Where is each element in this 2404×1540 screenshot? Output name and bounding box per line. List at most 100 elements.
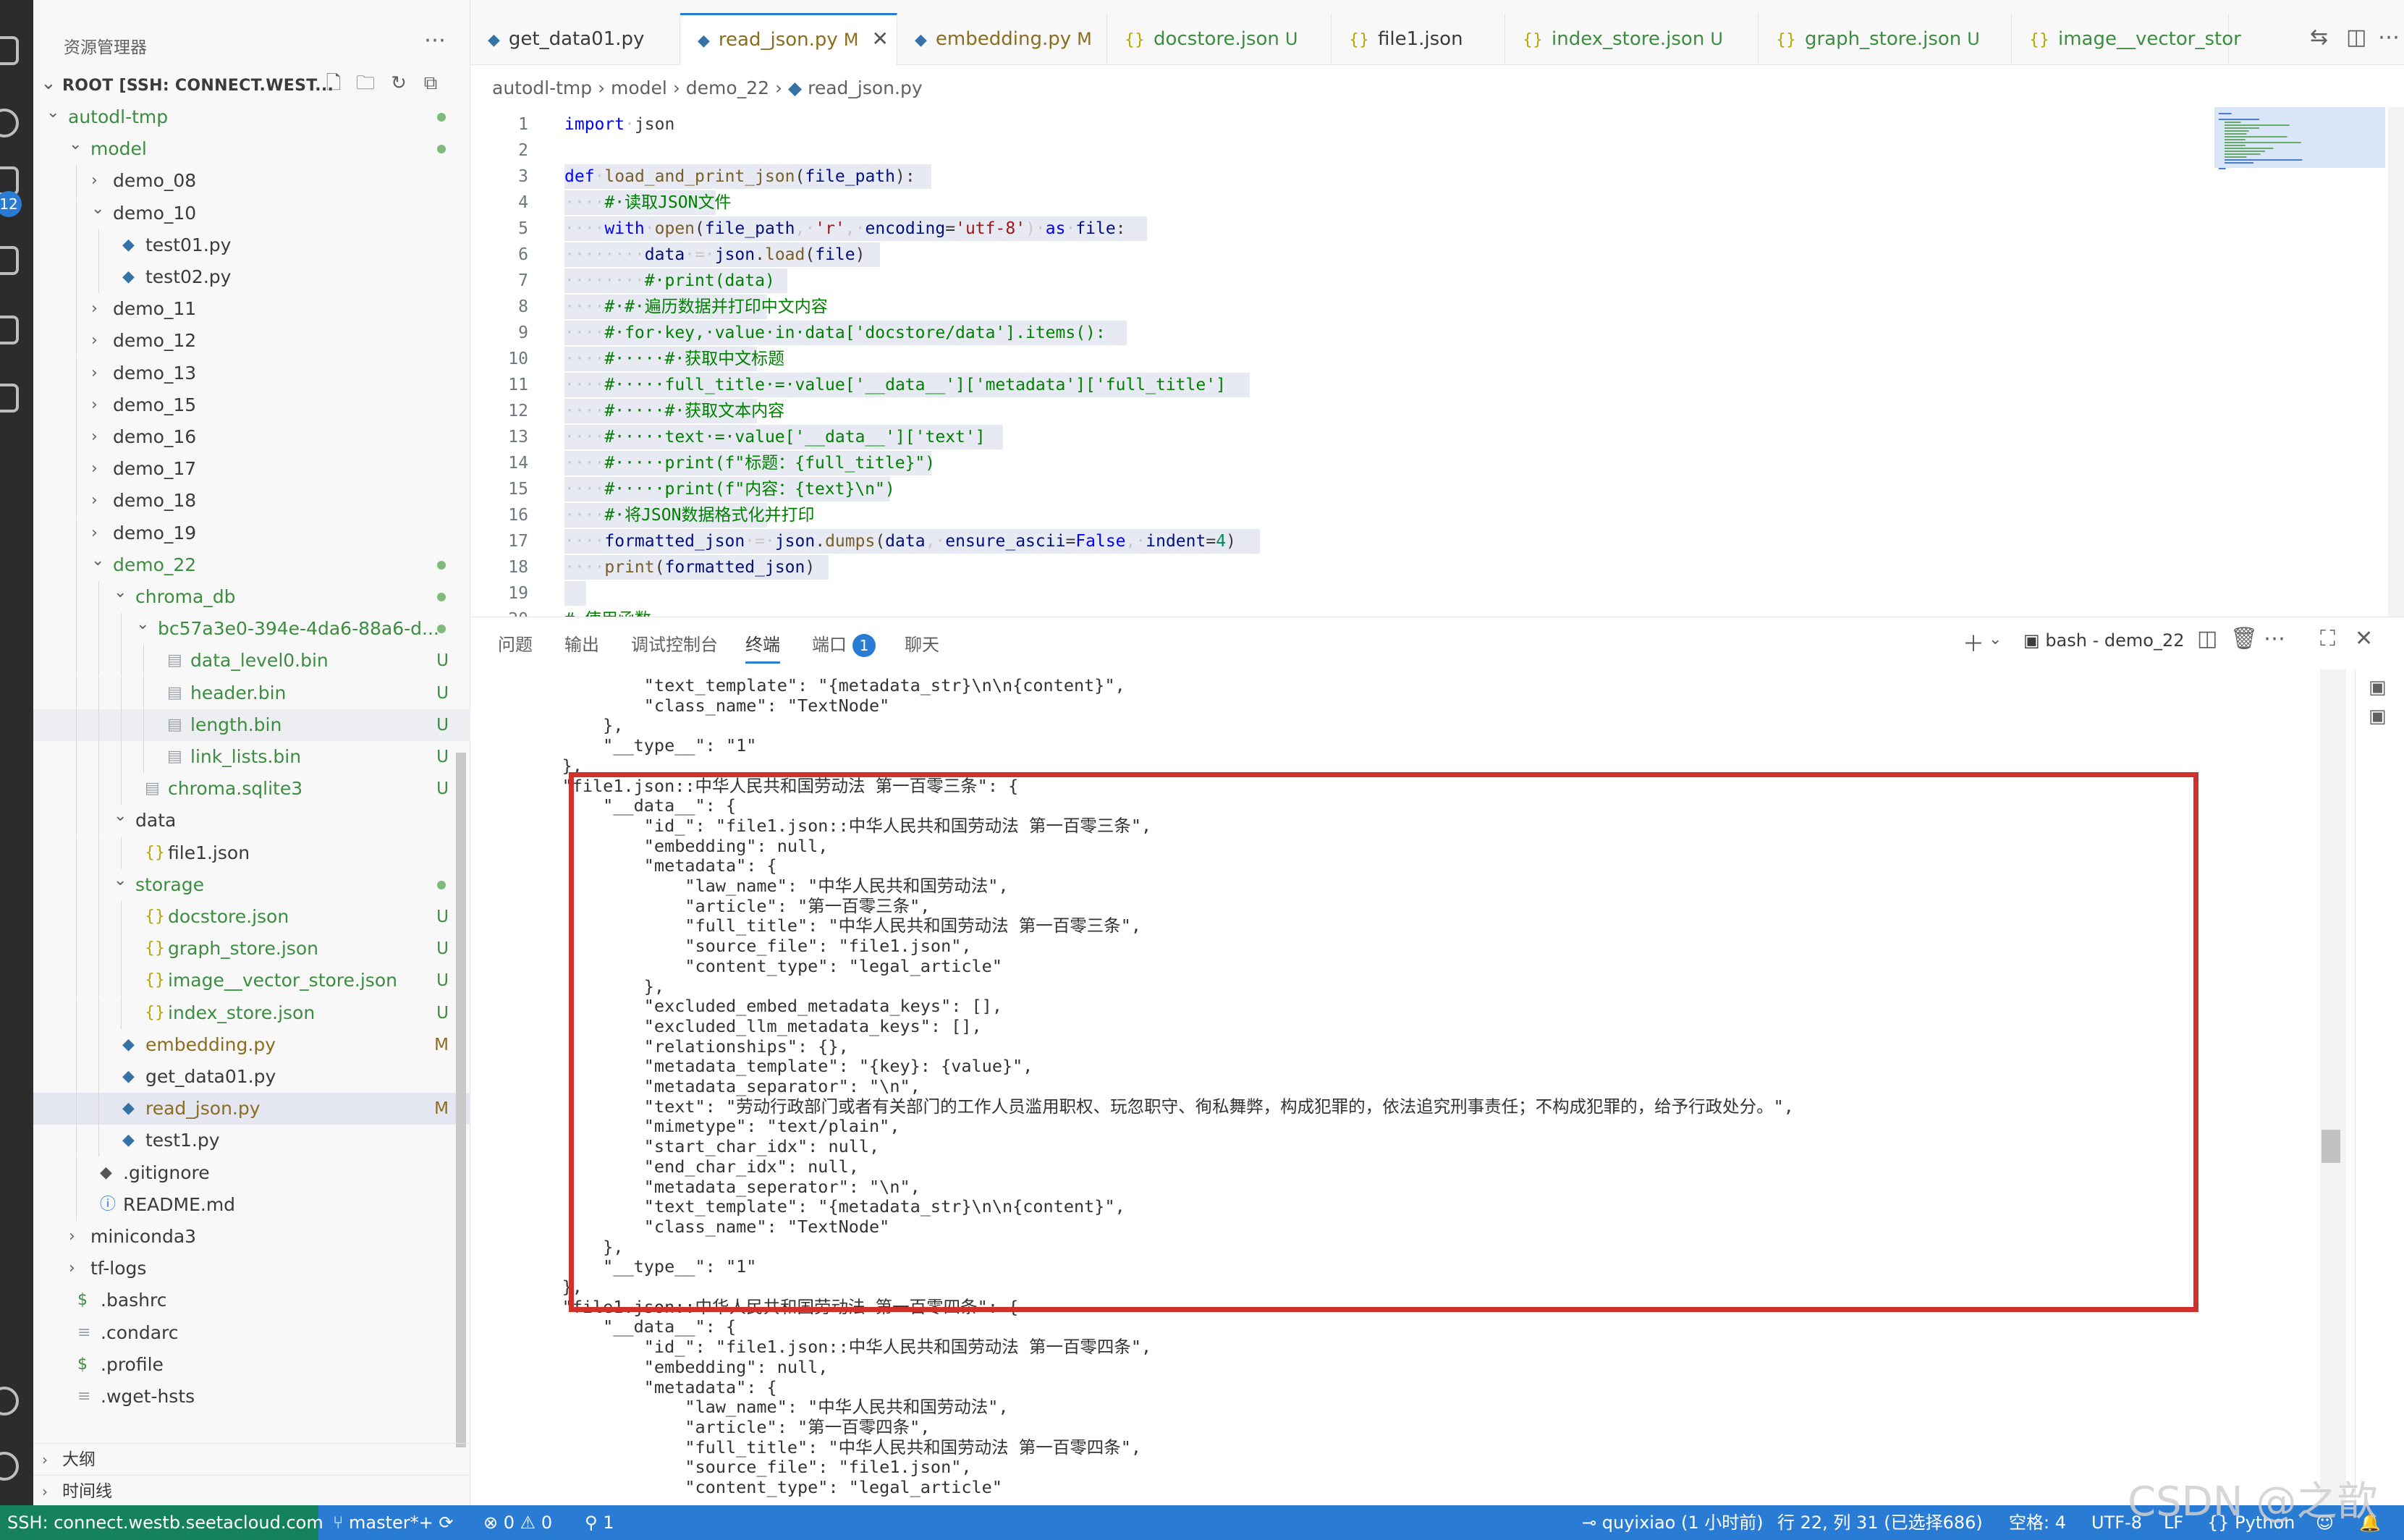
tab-terminal[interactable]: 终端	[745, 630, 780, 664]
problems-indicator[interactable]: ⊗ 0 ⚠ 0	[483, 1505, 552, 1540]
terminal-instance-icon[interactable]: ▣	[2369, 706, 2387, 727]
editor-tab[interactable]: {} image__vector_stor	[2012, 13, 2241, 65]
tree-item[interactable]: › demo_12	[33, 325, 470, 358]
chevron-down-icon[interactable]: ⌄	[1989, 630, 2002, 648]
minimap[interactable]	[2214, 107, 2388, 617]
new-terminal-icon[interactable]: ＋	[1963, 626, 1984, 658]
remote-explorer-icon[interactable]	[0, 316, 19, 344]
new-folder-icon[interactable]: 🗀	[355, 72, 376, 94]
tree-item[interactable]: ◆ embedding.py M	[33, 1028, 470, 1061]
more-actions-icon[interactable]: ⋯	[2264, 626, 2285, 651]
terminal-scrollbar[interactable]	[2320, 669, 2346, 1506]
tree-item[interactable]: ◆ test02.py	[33, 261, 470, 293]
tree-item[interactable]: ◆ read_json.py M	[33, 1093, 470, 1125]
tree-item[interactable]: › tf-logs	[33, 1253, 470, 1285]
tree-item[interactable]: ◆ test1.py	[33, 1125, 470, 1157]
editor-tab[interactable]: ◆ embedding.py M	[897, 13, 1107, 65]
new-file-icon[interactable]: 🗋	[323, 72, 344, 94]
collapse-all-icon[interactable]: ⧉	[420, 72, 441, 94]
close-panel-icon[interactable]: ✕	[2355, 626, 2373, 651]
tree-item[interactable]: › demo_11	[33, 293, 470, 326]
tree-item[interactable]: ≡ .condarc	[33, 1317, 470, 1349]
tree-item[interactable]: ⌄ data	[33, 805, 470, 837]
editor-scrollbar[interactable]	[2388, 107, 2404, 617]
sidebar-scrollbar[interactable]	[456, 753, 466, 1447]
settings-gear-icon[interactable]	[0, 1452, 19, 1481]
workspace-root[interactable]: ⌄ ROOT [SSH: CONNECT.WEST... 🗋 🗀 ↻ ⧉	[33, 69, 470, 101]
tree-item[interactable]: ⓘ README.md	[33, 1188, 470, 1221]
account-icon[interactable]	[0, 1387, 19, 1416]
indentation[interactable]: 空格: 4	[2009, 1505, 2066, 1540]
tree-item[interactable]: $ .profile	[33, 1349, 470, 1381]
tab-ports[interactable]: 端口 1	[812, 630, 876, 657]
tree-item[interactable]: › miniconda3	[33, 1221, 470, 1253]
ports-indicator[interactable]: ⚲ 1	[585, 1505, 614, 1540]
refresh-icon[interactable]: ↻	[388, 72, 410, 94]
git-blame-indicator[interactable]: ⊸ quyixiao (1 小时前)	[1582, 1505, 1764, 1540]
tree-item[interactable]: ≡ .wget-hsts	[33, 1381, 470, 1413]
editor-tab[interactable]: {} index_store.json U	[1505, 13, 1758, 65]
tab-chat[interactable]: 聊天	[905, 630, 939, 656]
tree-item[interactable]: ▤ data_level0.bin U	[33, 645, 470, 677]
editor-tab[interactable]: ◆ read_json.py M ✕	[680, 13, 897, 65]
close-icon[interactable]: ✕	[872, 27, 889, 51]
editor-tab[interactable]: {} docstore.json U	[1107, 13, 1332, 65]
tree-item[interactable]: › demo_15	[33, 389, 470, 421]
remote-indicator[interactable]: SSH: connect.westb.seetacloud.com	[0, 1505, 323, 1540]
editor-tab[interactable]: {} graph_store.json U	[1758, 13, 2012, 65]
breadcrumb-item[interactable]: model	[611, 77, 667, 98]
terminal-instance-icon[interactable]: ▣	[2369, 677, 2387, 698]
tree-item[interactable]: ⌄ storage	[33, 868, 470, 901]
tab-problems[interactable]: 问题	[498, 630, 533, 656]
tree-item[interactable]: › demo_13	[33, 357, 470, 389]
tree-item[interactable]: › demo_16	[33, 421, 470, 453]
run-debug-icon[interactable]	[0, 246, 19, 275]
tree-item[interactable]: ▤ link_lists.bin U	[33, 741, 470, 773]
tree-item[interactable]: › demo_18	[33, 485, 470, 517]
search-icon[interactable]	[0, 109, 19, 138]
outline-section[interactable]: › 大纲	[33, 1443, 470, 1475]
breadcrumb-item[interactable]: demo_22	[686, 77, 769, 98]
tab-debug-console[interactable]: 调试控制台	[631, 630, 718, 656]
compare-changes-icon[interactable]: ⇆	[2310, 25, 2328, 50]
tree-item[interactable]: › demo_17	[33, 453, 470, 486]
split-editor-icon[interactable]: ◫	[2346, 25, 2366, 50]
tree-item[interactable]: {} graph_store.json U	[33, 933, 470, 965]
tree-item[interactable]: $ .bashrc	[33, 1285, 470, 1316]
breadcrumb-item[interactable]: read_json.py	[808, 77, 923, 98]
tree-item[interactable]: ▤ chroma.sqlite3 U	[33, 773, 470, 805]
more-actions-icon[interactable]: ⋯	[424, 28, 446, 53]
tree-item[interactable]: ⌄ demo_10	[33, 197, 470, 229]
tab-output[interactable]: 输出	[564, 630, 599, 656]
tree-item[interactable]: {} index_store.json U	[33, 997, 470, 1029]
tree-item[interactable]: {} docstore.json U	[33, 901, 470, 933]
editor-tab[interactable]: ◆ get_data01.py	[470, 13, 680, 65]
editor-tab[interactable]: {} file1.json	[1332, 13, 1505, 65]
tree-item[interactable]: ◆ test01.py	[33, 229, 470, 261]
terminal-shell-selector[interactable]: ▣ bash - demo_22	[2023, 630, 2185, 651]
branch-indicator[interactable]: ⑂ master*+ ⟳	[333, 1505, 454, 1540]
breadcrumb-item[interactable]: autodl-tmp	[492, 77, 592, 98]
trash-icon[interactable]: 🗑	[2230, 626, 2258, 651]
tree-item[interactable]: ⌄ chroma_db	[33, 581, 470, 613]
tree-item[interactable]: ◆ get_data01.py	[33, 1061, 470, 1093]
cursor-position[interactable]: 行 22, 列 31 (已选择686)	[1777, 1505, 1983, 1540]
tree-item[interactable]: ⌄ model	[33, 133, 470, 165]
tree-item[interactable]: ▤ length.bin U	[33, 708, 470, 741]
code-token: #·····text·=·value['__data__']['text']	[604, 428, 986, 447]
split-terminal-icon[interactable]: ◫	[2197, 626, 2217, 651]
tree-item[interactable]: ⌄ autodl-tmp	[33, 101, 470, 133]
tree-item[interactable]: ▤ header.bin U	[33, 677, 470, 709]
tree-item[interactable]: ⌄ bc57a3e0-394e-4da6-88a6-d...	[33, 613, 470, 646]
maximize-panel-icon[interactable]: ⛶	[2320, 626, 2335, 651]
tree-item[interactable]: {} image__vector_store.json U	[33, 965, 470, 997]
terminal-scrollbar-thumb[interactable]	[2322, 1130, 2340, 1163]
extensions-icon[interactable]	[0, 384, 19, 412]
more-actions-icon[interactable]: ⋯	[2378, 25, 2400, 50]
timeline-section[interactable]: › 时间线	[33, 1475, 470, 1507]
tree-item[interactable]: ⌄ demo_22	[33, 549, 470, 581]
tree-item[interactable]: ◆ .gitignore	[33, 1156, 470, 1189]
tree-item[interactable]: {} file1.json	[33, 837, 470, 869]
code-editor[interactable]: 1 import·json 2 3 def·load_and_print_json(fi…	[470, 107, 2404, 629]
explorer-icon[interactable]	[0, 36, 19, 65]
